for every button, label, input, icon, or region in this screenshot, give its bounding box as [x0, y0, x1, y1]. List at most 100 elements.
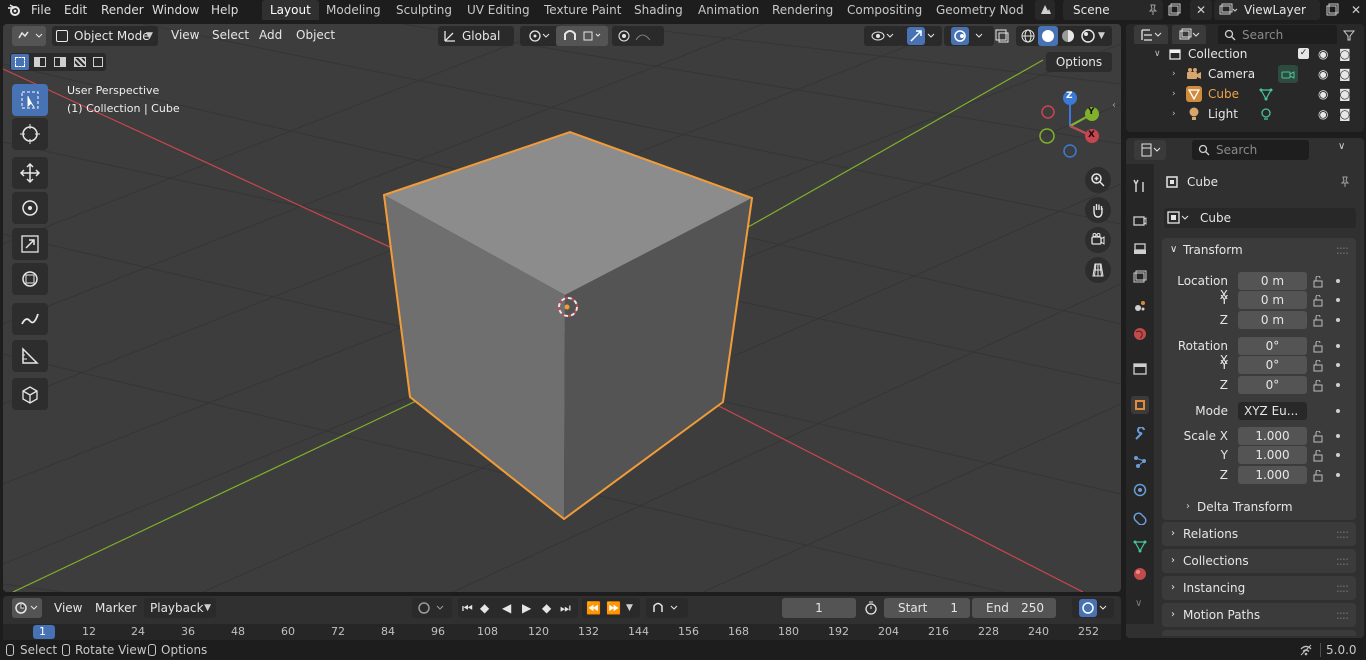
- keyframe-dot-icon[interactable]: [1336, 298, 1340, 302]
- collection-tab-icon[interactable]: [1131, 360, 1149, 378]
- rotation-mode-dropdown[interactable]: XYZ Eu...: [1238, 402, 1307, 420]
- mesh-data-icon[interactable]: [1258, 87, 1274, 101]
- current-frame-field[interactable]: 1: [782, 598, 856, 618]
- scene-selector-icon[interactable]: [1035, 0, 1055, 20]
- scene-tab-icon[interactable]: [1131, 297, 1149, 315]
- new-view-layer-icon[interactable]: [1324, 2, 1340, 18]
- motion-paths-panel-header[interactable]: › Motion Paths ::::: [1162, 603, 1356, 627]
- prev-keyframe-icon[interactable]: ◆: [480, 598, 489, 618]
- material-tab-icon[interactable]: [1131, 565, 1149, 583]
- ortho-grid-icon[interactable]: [1085, 257, 1111, 283]
- lock-icon[interactable]: [1313, 469, 1323, 482]
- keyframe-dot-icon[interactable]: [1336, 363, 1340, 367]
- visibility-dropdown[interactable]: [864, 26, 902, 46]
- new-scene-icon[interactable]: [1166, 2, 1182, 18]
- drag-grip-icon[interactable]: ::::: [1336, 576, 1349, 600]
- tool-tab-icon[interactable]: [1131, 177, 1149, 195]
- eye-icon[interactable]: ◉: [1318, 64, 1328, 84]
- timeline-menu-marker[interactable]: Marker: [95, 598, 136, 618]
- menu-object[interactable]: Object: [296, 24, 335, 46]
- keyframe-dot-icon[interactable]: [1336, 344, 1340, 348]
- world-tab-icon[interactable]: [1131, 325, 1149, 343]
- tool-add-cube[interactable]: [12, 378, 48, 410]
- wireframe-shading-icon[interactable]: [1018, 26, 1038, 46]
- options-dropdown[interactable]: Options: [1046, 52, 1112, 72]
- tool-annotate[interactable]: [12, 303, 48, 335]
- menu-view[interactable]: View: [171, 24, 199, 46]
- collections-panel-header[interactable]: › Collections ::::: [1162, 549, 1356, 573]
- xray-toggle-icon[interactable]: [994, 28, 1010, 44]
- timeline-menu-view[interactable]: View: [54, 598, 82, 618]
- physics-tab-icon[interactable]: [1131, 481, 1149, 499]
- rotation-z-field[interactable]: 0°: [1238, 376, 1307, 394]
- drag-grip-icon[interactable]: ::::: [1336, 603, 1349, 627]
- pivot-point-dropdown[interactable]: [520, 26, 558, 46]
- relations-panel-header[interactable]: › Relations ::::: [1162, 522, 1356, 546]
- select-box-subtract-icon[interactable]: [51, 54, 69, 70]
- render-tab-icon[interactable]: [1131, 211, 1149, 229]
- tool-rotate[interactable]: [12, 192, 48, 224]
- tool-select-box[interactable]: [12, 84, 48, 116]
- location-z-field[interactable]: 0 m: [1238, 311, 1307, 329]
- properties-options-chevron-icon[interactable]: ∨: [1338, 141, 1345, 152]
- tab-texture-paint[interactable]: Texture Paint: [536, 0, 629, 20]
- modifier-tab-icon[interactable]: [1131, 425, 1149, 443]
- pin-icon[interactable]: [1338, 175, 1352, 189]
- timeline-snap-toggle[interactable]: [646, 598, 688, 618]
- outliner-row-camera[interactable]: › Camera ◉ ◙: [1126, 64, 1364, 84]
- camera-render-icon[interactable]: ◙: [1339, 64, 1351, 84]
- lock-icon[interactable]: [1313, 314, 1323, 327]
- tab-sculpting[interactable]: Sculpting: [388, 0, 460, 20]
- outliner-editor-type-button[interactable]: [1134, 25, 1168, 45]
- proportional-editing-toggle[interactable]: [612, 26, 664, 46]
- rotation-y-field[interactable]: 0°: [1238, 356, 1307, 374]
- tab-layout[interactable]: Layout: [262, 0, 319, 20]
- properties-editor-type-button[interactable]: [1134, 140, 1166, 160]
- rendered-shading-icon[interactable]: [1078, 26, 1098, 46]
- keyframe-dot-icon[interactable]: [1336, 434, 1340, 438]
- tab-compositing[interactable]: Compositing: [839, 0, 930, 20]
- scale-x-field[interactable]: 1.000: [1238, 427, 1307, 445]
- location-x-field[interactable]: 0 m: [1238, 272, 1307, 290]
- delta-transform-subpanel[interactable]: › Delta Transform: [1180, 497, 1350, 517]
- camera-data-icon[interactable]: [1278, 65, 1298, 83]
- snap-toggle[interactable]: [556, 26, 608, 46]
- outliner-row-collection[interactable]: ∨ Collection ✓ ◉ ◙: [1126, 44, 1364, 64]
- drag-grip-icon[interactable]: ::::: [1336, 522, 1349, 546]
- outliner-row-light[interactable]: › Light ◉ ◙: [1126, 104, 1364, 124]
- delete-scene-icon[interactable]: ✕: [1190, 0, 1212, 20]
- output-tab-icon[interactable]: [1131, 240, 1149, 258]
- delete-view-layer-icon[interactable]: ✕: [1346, 0, 1366, 20]
- expand-chevron-icon[interactable]: ›: [1172, 104, 1176, 124]
- camera-render-icon[interactable]: ◙: [1339, 44, 1351, 64]
- menu-file[interactable]: File: [31, 0, 51, 20]
- light-data-icon[interactable]: [1258, 107, 1274, 121]
- prev-frame-icon[interactable]: ⏪: [586, 598, 601, 618]
- jump-end-icon[interactable]: ⏭: [560, 598, 571, 618]
- end-frame-field[interactable]: End 250: [972, 598, 1056, 618]
- tool-measure[interactable]: [12, 340, 48, 372]
- location-y-field[interactable]: 0 m: [1238, 291, 1307, 309]
- camera-view-icon[interactable]: [1085, 227, 1111, 253]
- zoom-icon[interactable]: [1085, 167, 1111, 193]
- menu-select[interactable]: Select: [212, 24, 249, 46]
- lock-icon[interactable]: [1313, 449, 1323, 462]
- drag-grip-icon[interactable]: ::::: [1336, 549, 1349, 573]
- network-off-icon[interactable]: [1298, 642, 1314, 658]
- menu-edit[interactable]: Edit: [64, 0, 87, 20]
- tool-move[interactable]: [12, 157, 48, 189]
- tool-transform[interactable]: [12, 263, 48, 295]
- play-icon[interactable]: ▶: [522, 598, 531, 618]
- keyframe-dot-icon[interactable]: [1336, 473, 1340, 477]
- lock-icon[interactable]: [1313, 275, 1323, 288]
- particles-tab-icon[interactable]: [1131, 453, 1149, 471]
- menu-help[interactable]: Help: [211, 0, 238, 20]
- select-box-new-icon[interactable]: [11, 54, 29, 70]
- solid-shading-icon[interactable]: [1038, 26, 1058, 46]
- drag-grip-icon[interactable]: ::::: [1336, 238, 1349, 262]
- pan-hand-icon[interactable]: [1085, 197, 1111, 223]
- next-keyframe-icon[interactable]: ◆: [542, 598, 551, 618]
- expand-chevron-icon[interactable]: ›: [1172, 64, 1176, 84]
- keyframe-dot-icon[interactable]: [1336, 453, 1340, 457]
- expand-chevron-icon[interactable]: ›: [1172, 84, 1176, 104]
